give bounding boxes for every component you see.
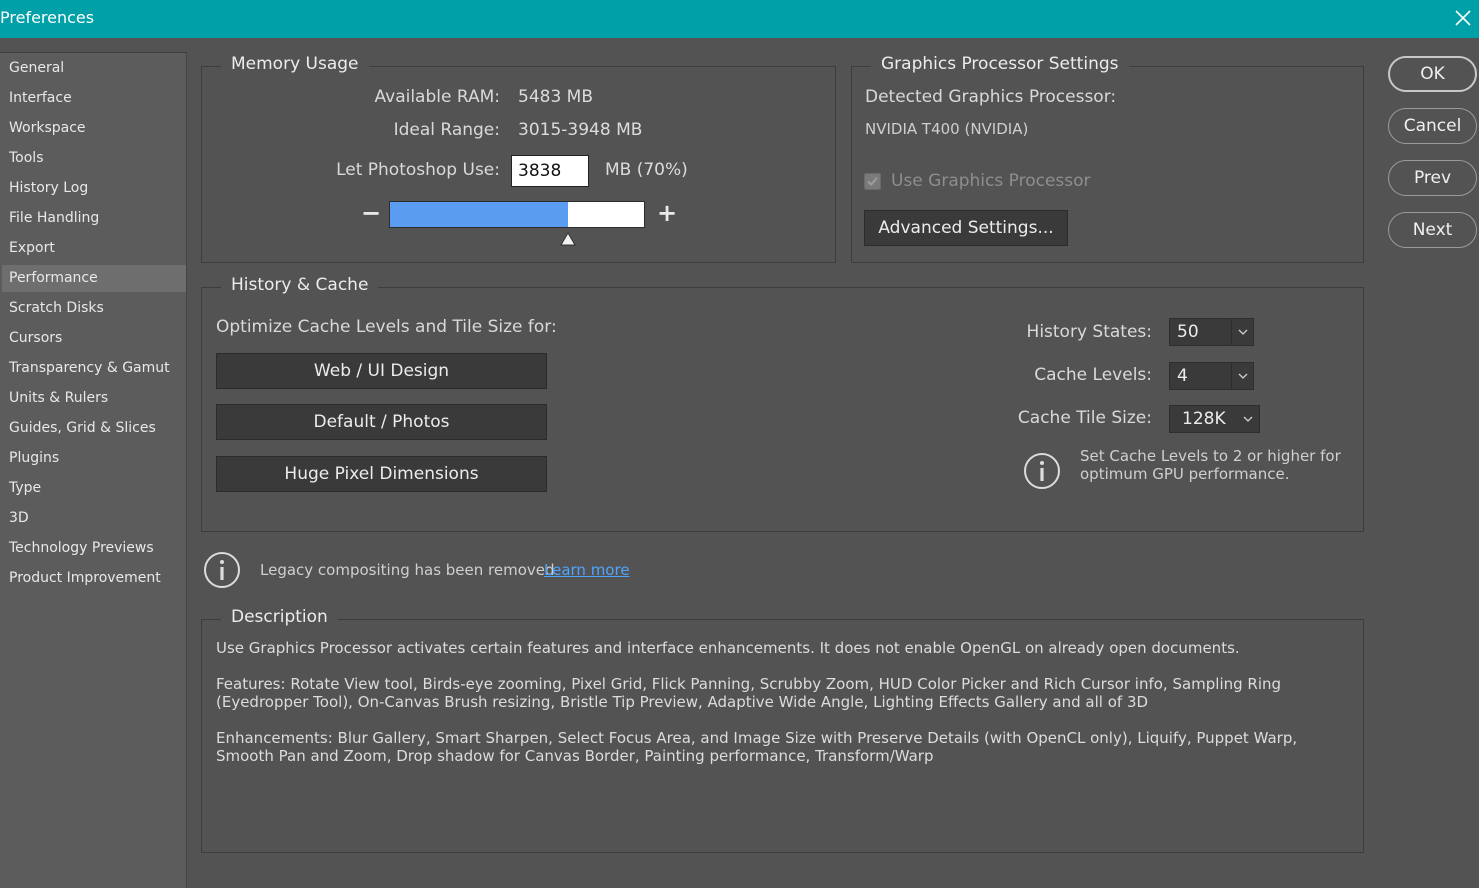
sidebar-item-interface[interactable]: Interface (2, 85, 186, 112)
gpu-info-text: Set Cache Levels to 2 or higher for opti… (1080, 447, 1341, 483)
legacy-compositing-text: Legacy compositing has been removed (260, 561, 555, 579)
sidebar-item-plugins[interactable]: Plugins (2, 445, 186, 472)
use-gpu-checkbox[interactable] (864, 173, 881, 190)
sidebar-item-performance[interactable]: Performance (2, 265, 186, 292)
sidebar-item-transparency-gamut[interactable]: Transparency & Gamut (2, 355, 186, 382)
plus-button[interactable]: + (657, 199, 677, 227)
sidebar-item-cursors[interactable]: Cursors (2, 325, 186, 352)
sidebar-item-general[interactable]: General (2, 55, 186, 82)
title-bar: Preferences (0, 0, 1479, 38)
sidebar-item-tools[interactable]: Tools (2, 145, 186, 172)
ok-button[interactable]: OK (1388, 56, 1477, 92)
sidebar-item-3d[interactable]: 3D (2, 505, 186, 532)
learn-more-link[interactable]: Learn more (544, 561, 630, 579)
description-title: Description (221, 607, 338, 627)
cache-levels-label: Cache Levels: (1034, 365, 1152, 385)
description-paragraph-2: Features: Rotate View tool, Birds-eye zo… (216, 675, 1282, 711)
ideal-range-value: 3015-3948 MB (518, 120, 643, 140)
slider-thumb-icon[interactable] (560, 232, 577, 246)
window-title: Preferences (0, 8, 95, 27)
sidebar-item-technology-previews[interactable]: Technology Previews (2, 535, 186, 562)
default-photos-button[interactable]: Default / Photos (216, 404, 547, 440)
detected-gpu-value: NVIDIA T400 (NVIDIA) (865, 120, 1029, 138)
sidebar-item-workspace[interactable]: Workspace (2, 115, 186, 142)
huge-pixel-button[interactable]: Huge Pixel Dimensions (216, 456, 547, 492)
chevron-down-icon (1231, 363, 1253, 389)
memory-usage-title: Memory Usage (221, 54, 369, 74)
web-ui-design-button[interactable]: Web / UI Design (216, 353, 547, 389)
sidebar-item-product-improvement[interactable]: Product Improvement (2, 565, 186, 592)
prev-button[interactable]: Prev (1388, 160, 1477, 196)
cache-levels-value: 4 (1177, 366, 1188, 386)
history-states-value: 50 (1177, 322, 1199, 342)
sidebar-item-type[interactable]: Type (2, 475, 186, 502)
chevron-down-icon (1231, 319, 1253, 345)
cache-levels-select[interactable]: 4 (1169, 362, 1254, 390)
sidebar-item-guides-grid-slices[interactable]: Guides, Grid & Slices (2, 415, 186, 442)
checkmark-icon (867, 177, 878, 186)
optimize-label: Optimize Cache Levels and Tile Size for: (216, 317, 557, 337)
chevron-down-icon (1237, 406, 1259, 432)
info-icon (1023, 452, 1061, 490)
available-ram-value: 5483 MB (518, 87, 593, 107)
description-paragraph-1: Use Graphics Processor activates certain… (216, 639, 1240, 657)
available-ram-label: Available RAM: (374, 87, 501, 107)
history-cache-title: History & Cache (221, 275, 379, 295)
sidebar-item-file-handling[interactable]: File Handling (2, 205, 186, 232)
history-states-label: History States: (1026, 322, 1152, 342)
cache-tile-value: 128K (1182, 409, 1226, 429)
info-icon (203, 551, 241, 589)
gpu-settings-title: Graphics Processor Settings (871, 54, 1129, 74)
history-states-select[interactable]: 50 (1169, 318, 1254, 346)
ideal-range-label: Ideal Range: (393, 120, 500, 140)
sidebar-item-units-rulers[interactable]: Units & Rulers (2, 385, 186, 412)
minus-button[interactable]: − (361, 199, 381, 227)
memory-slider-fill (390, 202, 568, 227)
photoshop-use-suffix: MB (70%) (605, 160, 688, 180)
cancel-button[interactable]: Cancel (1388, 108, 1477, 144)
photoshop-use-input[interactable]: 3838 (511, 155, 589, 187)
detected-gpu-label: Detected Graphics Processor: (865, 87, 1117, 107)
sidebar-item-scratch-disks[interactable]: Scratch Disks (2, 295, 186, 322)
cache-tile-label: Cache Tile Size: (1017, 408, 1152, 428)
advanced-settings-button[interactable]: Advanced Settings... (864, 210, 1068, 246)
memory-slider[interactable] (389, 201, 645, 228)
use-gpu-label: Use Graphics Processor (891, 171, 1091, 191)
close-icon[interactable] (1449, 4, 1477, 32)
description-paragraph-3: Enhancements: Blur Gallery, Smart Sharpe… (216, 729, 1298, 765)
sidebar-item-export[interactable]: Export (2, 235, 186, 262)
sidebar-item-history-log[interactable]: History Log (2, 175, 186, 202)
next-button[interactable]: Next (1388, 212, 1477, 248)
photoshop-use-label: Let Photoshop Use: (336, 160, 500, 180)
cache-tile-select[interactable]: 128K (1169, 405, 1260, 433)
